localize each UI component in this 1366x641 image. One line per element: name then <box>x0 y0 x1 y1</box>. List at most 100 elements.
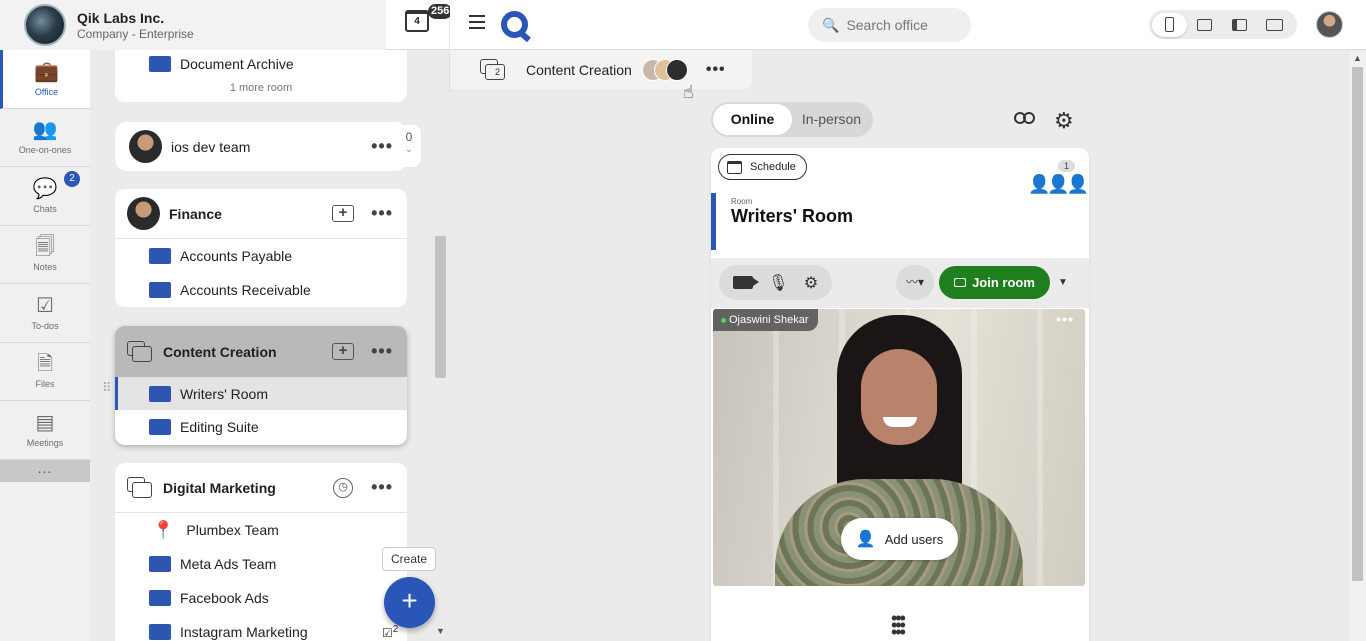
drag-handle-icon[interactable]: ⠿ <box>102 381 113 394</box>
add-user-icon: 👤 <box>855 531 876 548</box>
view-split-button[interactable] <box>1222 13 1257 37</box>
group-card-ios[interactable]: ios dev team ••• <box>115 122 407 171</box>
more-options-button[interactable]: ••• <box>371 136 393 157</box>
window-icon <box>1266 18 1283 31</box>
more-rooms-link[interactable]: 1 more room <box>115 80 407 100</box>
view-mobile-button[interactable] <box>1152 12 1187 37</box>
avatar <box>129 130 162 163</box>
search-box[interactable]: 🔍 <box>808 8 971 42</box>
mode-online-tab[interactable]: Online <box>713 104 792 135</box>
checkbox-icon: ☑ <box>36 294 54 317</box>
group-header-digital-marketing[interactable]: Digital Marketing ◷ ••• <box>115 463 407 513</box>
search-input[interactable] <box>846 17 967 33</box>
notes-icon: 🗐 <box>35 236 55 259</box>
participant-name-tag: Ojaswini Shekar <box>713 309 819 331</box>
more-options-button[interactable]: ••• <box>371 341 393 362</box>
link-icon[interactable] <box>1014 112 1036 124</box>
group-name: ios dev team <box>171 138 251 155</box>
view-full-button[interactable] <box>1257 13 1292 37</box>
room-item-plumbex-team[interactable]: 📍 Plumbex Team <box>115 513 407 547</box>
nav-item-notes[interactable]: 🗐 Notes <box>0 226 90 284</box>
room-item-accounts-payable[interactable]: Accounts Payable <box>115 239 407 273</box>
room-item-accounts-receivable[interactable]: Accounts Receivable <box>115 273 407 307</box>
hand-cursor-icon: ☝ <box>683 82 694 102</box>
room-item-writers-room[interactable]: Writers' Room <box>115 377 407 410</box>
app-logo[interactable] <box>501 11 528 38</box>
calendar-button[interactable]: 4 256 <box>386 0 453 50</box>
room-title-block: Room Writers' Room <box>711 193 853 250</box>
todo-indicator[interactable]: ☑2 <box>382 624 398 640</box>
chats-badge: 2 <box>64 171 80 187</box>
create-button[interactable]: + <box>384 577 435 628</box>
unread-counter[interactable]: 0 ⌄ <box>397 125 421 167</box>
scroll-down-arrow-icon[interactable]: ▼ <box>436 626 445 636</box>
room-item-document-archive[interactable]: Document Archive <box>115 50 407 80</box>
create-tooltip: Create <box>382 547 437 571</box>
apps-grid-icon[interactable]: ••• ••• ••• <box>891 609 906 641</box>
view-grid-button[interactable] <box>1187 13 1222 37</box>
participant-count-badge: 1 <box>1058 160 1076 172</box>
group-header-content-creation[interactable]: Content Creation + ••• <box>115 326 407 377</box>
avatar <box>127 197 160 230</box>
group-header-finance[interactable]: Finance + ••• <box>115 189 407 239</box>
calendar-badge: 256 <box>428 4 453 19</box>
chevron-down-icon: ⌄ <box>404 144 414 155</box>
clock-icon[interactable]: ◷ <box>333 477 353 498</box>
scroll-up-arrow-icon[interactable]: ▲ <box>1353 53 1362 63</box>
room-item-editing-suite[interactable]: Editing Suite <box>115 410 407 444</box>
more-options-button[interactable]: ••• <box>371 203 393 224</box>
view-switch <box>1149 10 1297 39</box>
mode-switch: Online In-person <box>711 102 873 137</box>
more-options-button[interactable]: ••• <box>706 61 726 79</box>
org-header[interactable]: Qik Labs Inc. Company - Enterprise <box>0 0 386 50</box>
add-room-button[interactable]: + <box>332 343 354 360</box>
join-room-button[interactable]: Join room <box>939 266 1050 299</box>
room-icon <box>149 590 171 606</box>
room-item-instagram-marketing[interactable]: Instagram Marketing <box>115 615 407 641</box>
video-more-button[interactable]: ••• <box>1056 311 1074 327</box>
main-scrollbar[interactable]: ▲ <box>1350 51 1366 641</box>
nav-item-one-on-ones[interactable]: 👥 One-on-ones <box>0 109 90 167</box>
online-status-icon <box>721 317 726 323</box>
room-item-facebook-ads[interactable]: Facebook Ads <box>115 581 407 615</box>
room-icon <box>149 248 171 264</box>
screen-share-icon[interactable]: ⚙ <box>804 273 818 293</box>
menu-icon[interactable] <box>469 15 485 29</box>
nav-more-button[interactable]: ... <box>0 459 90 482</box>
participant-video: Ojaswini Shekar ••• 👤 Add users <box>713 309 1085 586</box>
group-name: Content Creation <box>163 343 277 360</box>
schedule-button[interactable]: Schedule <box>718 154 807 180</box>
nav-item-office[interactable]: 💼 Office <box>0 50 90 109</box>
member-avatars[interactable] <box>641 58 688 81</box>
group-card-archive: Document Archive 1 more room <box>115 50 407 102</box>
room-icon <box>149 419 171 435</box>
breadcrumb[interactable]: 2 Content Creation ••• <box>450 50 752 89</box>
list-scrollbar[interactable] <box>435 236 446 378</box>
room-icon <box>149 624 171 640</box>
participants-icon[interactable]: 👤👤👤 <box>1028 174 1089 195</box>
phone-icon <box>1165 17 1174 32</box>
user-avatar[interactable] <box>1316 11 1343 38</box>
audio-settings-button[interactable]: 〰▾ <box>896 265 934 300</box>
checkbox-icon: ☑ <box>382 626 393 640</box>
room-kicker: Room <box>731 197 753 206</box>
mode-inperson-tab[interactable]: In-person <box>792 104 871 135</box>
group-icon <box>127 476 153 499</box>
add-users-button[interactable]: 👤 Add users <box>841 518 958 560</box>
more-options-button[interactable]: ••• <box>371 477 393 498</box>
microphone-icon[interactable]: 🎙 <box>768 273 788 293</box>
nav-item-meetings[interactable]: ▤ Meetings <box>0 401 90 460</box>
chevron-down-icon[interactable]: ▼ <box>1058 277 1068 288</box>
gear-icon[interactable]: ⚙ <box>1054 110 1074 132</box>
meetings-icon: ▤ <box>35 411 55 434</box>
nav-item-chats[interactable]: 💬 Chats 2 <box>0 167 90 226</box>
add-room-button[interactable]: + <box>332 205 354 222</box>
room-item-meta-ads-team[interactable]: Meta Ads Team <box>115 547 407 581</box>
nav-item-todos[interactable]: ☑ To-dos <box>0 284 90 343</box>
camera-icon[interactable] <box>732 276 759 289</box>
group-icon <box>480 58 506 81</box>
org-logo <box>24 4 66 46</box>
nav-item-files[interactable]: 🗎 Files <box>0 343 90 401</box>
room-icon <box>149 556 171 572</box>
briefcase-icon: 💼 <box>34 60 59 83</box>
